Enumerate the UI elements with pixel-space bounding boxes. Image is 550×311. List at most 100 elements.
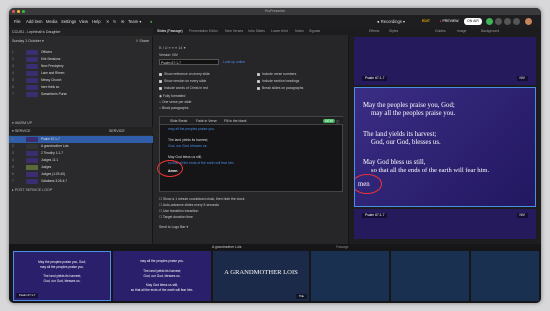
slide-thumbnail[interactable] xyxy=(311,251,389,301)
item-thumbnail xyxy=(26,50,38,55)
next-slide-preview[interactable]: Psalm 67:1-7 NIV xyxy=(354,209,536,239)
list-item[interactable]: 4 Lace and Rheen xyxy=(9,70,153,77)
send-logo-option[interactable]: Send to Logo Bar ▾ xyxy=(159,225,188,229)
warmup-header[interactable]: ▾ WARM UP xyxy=(9,119,153,127)
on-air-button[interactable]: ON AIR xyxy=(464,18,482,25)
menu-settings[interactable]: Settings xyxy=(61,19,76,24)
post-service-header[interactable]: ▸ POST SERVICE LOOP xyxy=(9,186,153,194)
item-number: 5 xyxy=(12,165,14,169)
image-menu[interactable]: Image xyxy=(457,28,466,35)
highlight-circle xyxy=(157,160,183,177)
service-item[interactable]: 2 A grandmother Lois xyxy=(9,143,153,150)
menu-bar: File Add item Media Settings View Help ✕… xyxy=(9,15,541,28)
section-header[interactable]: Sunday 1 October ▾ ⇧ Share xyxy=(9,37,153,45)
countdown-option[interactable]: ☐ Show a 1 minute countdown clock, then … xyxy=(159,197,244,201)
refresh-icon[interactable]: ↻ xyxy=(113,19,117,24)
service-item-selected[interactable]: 1 Psalm 67:1-7 xyxy=(9,136,153,143)
verse-text-editor[interactable]: Slide Break Fade in Verse Fill in the bl… xyxy=(157,116,343,192)
broadcast-icon[interactable] xyxy=(504,18,511,25)
format-option-verse[interactable]: ○ One verse per slide xyxy=(159,100,191,104)
slide-thumbnail[interactable]: may all the peoples praise you. The land… xyxy=(113,251,211,301)
version-label: Version: xyxy=(159,53,172,57)
menu-help[interactable]: Help xyxy=(92,19,101,24)
preview-button[interactable]: ● PREVIEW xyxy=(436,18,462,25)
share-button[interactable]: ⇧ Share xyxy=(135,37,149,45)
tab-signals[interactable]: Signals xyxy=(309,28,320,35)
target-time-option[interactable]: ☐ Target duration time xyxy=(159,215,193,219)
service-item[interactable]: 4 Judges 11:1 xyxy=(9,157,153,164)
sync-icon[interactable] xyxy=(486,18,493,25)
close-window-button[interactable] xyxy=(12,10,15,13)
break-paragraphs-checkbox[interactable] xyxy=(257,87,260,90)
version-value[interactable]: NIV xyxy=(172,53,178,57)
section-headings-checkbox[interactable] xyxy=(257,80,260,83)
list-item[interactable]: 6 here think so xyxy=(9,84,153,91)
status-dot-icon: ● xyxy=(150,19,153,24)
menu-view[interactable]: View xyxy=(79,19,88,24)
tab-presentation-editor[interactable]: Presentation Editor xyxy=(189,28,218,35)
bell-icon[interactable] xyxy=(513,18,520,25)
item-label: Psalm 67:1-7 xyxy=(41,137,60,141)
item-label: Lace and Rheen xyxy=(41,71,65,75)
menu-add-item[interactable]: Add item xyxy=(26,19,43,24)
service-header[interactable]: ▾ SERVICE SERVICE xyxy=(9,127,153,135)
verse-numbers-checkbox[interactable] xyxy=(257,73,260,76)
transition-option[interactable]: ☐ Use transition transition xyxy=(159,209,198,213)
tab-new-verses[interactable]: New Verses xyxy=(225,28,243,35)
edit-button[interactable]: EDIT xyxy=(418,18,434,25)
recordings-menu[interactable]: ● Recordings ▾ xyxy=(377,19,405,24)
format-option-full[interactable]: ◉ Fully formatted xyxy=(159,94,185,98)
guides-menu[interactable]: Guides xyxy=(435,28,446,35)
service-item[interactable]: 7 Galatians 3:26-4:7 xyxy=(9,178,153,185)
effects-menu[interactable]: Effects xyxy=(369,28,379,35)
background-menu[interactable]: Background xyxy=(481,28,499,35)
words-of-christ-checkbox[interactable] xyxy=(159,87,162,90)
fill-in-blank-button[interactable]: Fill in the blank xyxy=(224,119,247,123)
show-reference-checkbox[interactable] xyxy=(159,73,162,76)
slide-text: so that all the ends of the earth will f… xyxy=(130,288,194,292)
list-item[interactable]: 3 New Presbytery xyxy=(9,63,153,70)
service-item[interactable]: 5 Judges xyxy=(9,164,153,171)
menu-file[interactable]: File xyxy=(14,19,21,24)
passage-field[interactable]: Psalm 67:1-7 xyxy=(159,59,219,65)
library-panel: CCUS1 - Lephthah's Daughter Sunday 1 Oct… xyxy=(9,28,153,244)
list-item[interactable]: 2 Kirk Sessions xyxy=(9,56,153,63)
mail-icon[interactable]: ✉ xyxy=(121,19,125,24)
list-item[interactable]: 5 Messy Church xyxy=(9,77,153,84)
info-icon[interactable]: ⓘ xyxy=(336,119,339,124)
list-item[interactable]: 7 Samaritan's Purse xyxy=(9,91,153,98)
slide-thumbnail[interactable]: May the peoples praise you, God; may all… xyxy=(13,251,111,301)
item-label: 2 Timothy 1:1-7 xyxy=(41,151,63,155)
service-item[interactable]: 6 Judges (1:29-40) xyxy=(9,171,153,178)
tab-intro-slides[interactable]: Intro Slides xyxy=(248,28,265,35)
auto-advance-option[interactable]: ☐ Auto-advance slides every 5 seconds xyxy=(159,203,219,207)
format-option-block[interactable]: ○ Block paragraphs xyxy=(159,106,188,110)
item-thumbnail xyxy=(26,179,38,184)
tab-slides[interactable]: Slides (Passage) xyxy=(157,28,183,35)
team-menu[interactable]: Team ▾ xyxy=(128,19,142,24)
minimize-window-button[interactable] xyxy=(17,10,20,13)
avatar[interactable] xyxy=(525,18,532,25)
share-screen-icon[interactable] xyxy=(495,18,502,25)
list-item[interactable]: 1 Officers xyxy=(9,49,153,56)
clear-icon[interactable]: ✕ xyxy=(106,19,110,24)
tab-lower-third[interactable]: Lower third xyxy=(271,28,288,35)
tab-notes[interactable]: Notes xyxy=(295,28,304,35)
menu-media[interactable]: Media xyxy=(46,19,57,24)
format-toolbar[interactable]: B I U ≡ ≡ ≡ 14 ▾ xyxy=(159,45,186,50)
lookup-link[interactable]: Look up online xyxy=(223,60,245,64)
fade-in-verse-button[interactable]: Fade in Verse xyxy=(196,119,217,123)
slide-break-button[interactable]: Slide Break xyxy=(170,119,187,123)
show-version-checkbox[interactable] xyxy=(159,80,162,83)
current-slide-preview[interactable]: May the peoples praise you, God; may all… xyxy=(354,87,536,207)
item-number: 4 xyxy=(12,71,14,75)
slide-thumbnail[interactable] xyxy=(471,251,539,301)
item-label: Samaritan's Purse xyxy=(41,92,67,96)
item-label: Officers xyxy=(41,50,52,54)
styles-menu[interactable]: Styles xyxy=(389,28,398,35)
slide-thumbnail[interactable] xyxy=(391,251,469,301)
title-slide-thumbnail[interactable]: A GRANDMOTHER LOIS Title xyxy=(213,251,309,301)
previous-slide-preview[interactable]: Psalm 67:1-7 NIV xyxy=(354,37,536,85)
service-item[interactable]: 3 2 Timothy 1:1-7 xyxy=(9,150,153,157)
zoom-window-button[interactable] xyxy=(22,10,25,13)
